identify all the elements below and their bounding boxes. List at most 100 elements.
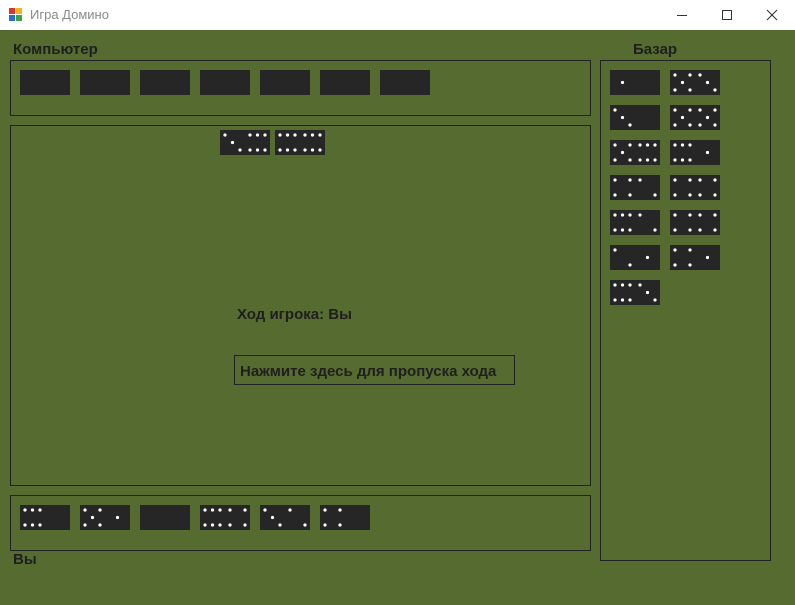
pip xyxy=(338,508,342,512)
pip xyxy=(23,523,27,527)
pip xyxy=(620,80,625,85)
skip-turn-button[interactable]: Нажмите здесь для пропуска хода xyxy=(234,355,515,385)
bazaar-domino-tile[interactable] xyxy=(670,245,720,270)
bazaar-domino-tile[interactable] xyxy=(610,175,660,200)
pip xyxy=(688,88,692,92)
pip xyxy=(673,158,677,162)
pip xyxy=(680,80,685,85)
pip xyxy=(698,123,702,127)
pip xyxy=(620,298,625,302)
title-bar[interactable]: Игра Домино xyxy=(0,0,795,30)
pip xyxy=(698,73,702,77)
player-domino-tile[interactable] xyxy=(260,505,310,530)
computer-domino-tile[interactable] xyxy=(320,70,370,95)
domino-pips-icon xyxy=(673,248,710,267)
player-domino-tile[interactable] xyxy=(80,505,130,530)
bazaar-domino-tile[interactable] xyxy=(670,140,720,165)
pip xyxy=(620,115,625,120)
pip xyxy=(628,298,632,302)
pip xyxy=(698,213,702,217)
pip xyxy=(30,508,35,512)
domino-pips-icon xyxy=(83,508,120,527)
pip xyxy=(705,80,710,85)
pip xyxy=(613,248,617,252)
pip xyxy=(688,213,692,217)
pip xyxy=(620,283,625,287)
computer-domino-tile[interactable] xyxy=(380,70,430,95)
pip xyxy=(285,133,290,137)
domino-pips-icon xyxy=(613,283,657,302)
bazaar-domino-tile[interactable] xyxy=(670,70,720,95)
pip xyxy=(628,123,632,127)
computer-domino-tile[interactable] xyxy=(80,70,130,95)
bazaar-domino-tile[interactable] xyxy=(610,245,660,270)
computer-domino-tile[interactable] xyxy=(260,70,310,95)
player-label: Вы xyxy=(13,551,37,568)
pip xyxy=(98,523,102,527)
domino-pips-icon xyxy=(223,133,267,152)
pip xyxy=(248,148,252,152)
pip xyxy=(288,508,292,512)
pip xyxy=(228,508,232,512)
pip xyxy=(628,213,632,217)
pip xyxy=(620,213,625,217)
pip xyxy=(83,523,87,527)
bazaar-label: Базар xyxy=(633,41,678,58)
game-area: Компьютер Базар Ход игрока: Вы Нажмите з… xyxy=(0,30,795,605)
pip xyxy=(688,263,692,267)
domino-pips-icon xyxy=(613,143,657,162)
bazaar-domino-tile[interactable] xyxy=(670,210,720,235)
app-dominoes-icon xyxy=(9,8,23,22)
pip xyxy=(713,193,717,197)
turn-status: Ход игрока: Вы xyxy=(237,306,352,323)
pip xyxy=(255,148,260,152)
bazaar-domino-tile[interactable] xyxy=(610,70,660,95)
pip xyxy=(653,143,657,147)
minimize-button[interactable] xyxy=(659,0,704,30)
pip xyxy=(653,298,657,302)
bazaar-domino-tile[interactable] xyxy=(610,210,660,235)
pip xyxy=(653,193,657,197)
pip xyxy=(645,158,650,162)
pip xyxy=(688,158,692,162)
pip xyxy=(713,123,717,127)
pip xyxy=(638,158,642,162)
domino-pips-icon xyxy=(673,73,717,92)
pip xyxy=(98,508,102,512)
player-domino-tile[interactable] xyxy=(320,505,370,530)
player-domino-tile[interactable] xyxy=(140,505,190,530)
pip xyxy=(628,143,632,147)
pip xyxy=(115,515,120,520)
table-domino-tile[interactable] xyxy=(275,130,325,155)
pip xyxy=(613,158,617,162)
pip xyxy=(310,148,315,152)
player-domino-tile[interactable] xyxy=(200,505,250,530)
pip xyxy=(673,123,677,127)
table-domino-tile[interactable] xyxy=(220,130,270,155)
computer-domino-tile[interactable] xyxy=(140,70,190,95)
player-domino-tile[interactable] xyxy=(20,505,70,530)
pip xyxy=(673,248,677,252)
pip xyxy=(698,228,702,232)
pip xyxy=(713,213,717,217)
bazaar-domino-tile[interactable] xyxy=(670,175,720,200)
pip xyxy=(698,193,702,197)
close-button[interactable] xyxy=(749,0,794,30)
pip xyxy=(248,133,252,137)
computer-domino-tile[interactable] xyxy=(200,70,250,95)
maximize-button[interactable] xyxy=(704,0,749,30)
computer-domino-tile[interactable] xyxy=(20,70,70,95)
bazaar-domino-tile[interactable] xyxy=(610,140,660,165)
bazaar-domino-tile[interactable] xyxy=(610,105,660,130)
bazaar-domino-tile[interactable] xyxy=(670,105,720,130)
bazaar-domino-tile[interactable] xyxy=(610,280,660,305)
pip xyxy=(210,508,215,512)
pip xyxy=(243,523,247,527)
pip xyxy=(638,143,642,147)
pip xyxy=(90,515,95,520)
close-icon xyxy=(766,9,777,21)
pip xyxy=(698,178,702,182)
pip xyxy=(278,133,282,137)
pip xyxy=(705,150,710,155)
pip xyxy=(278,523,282,527)
